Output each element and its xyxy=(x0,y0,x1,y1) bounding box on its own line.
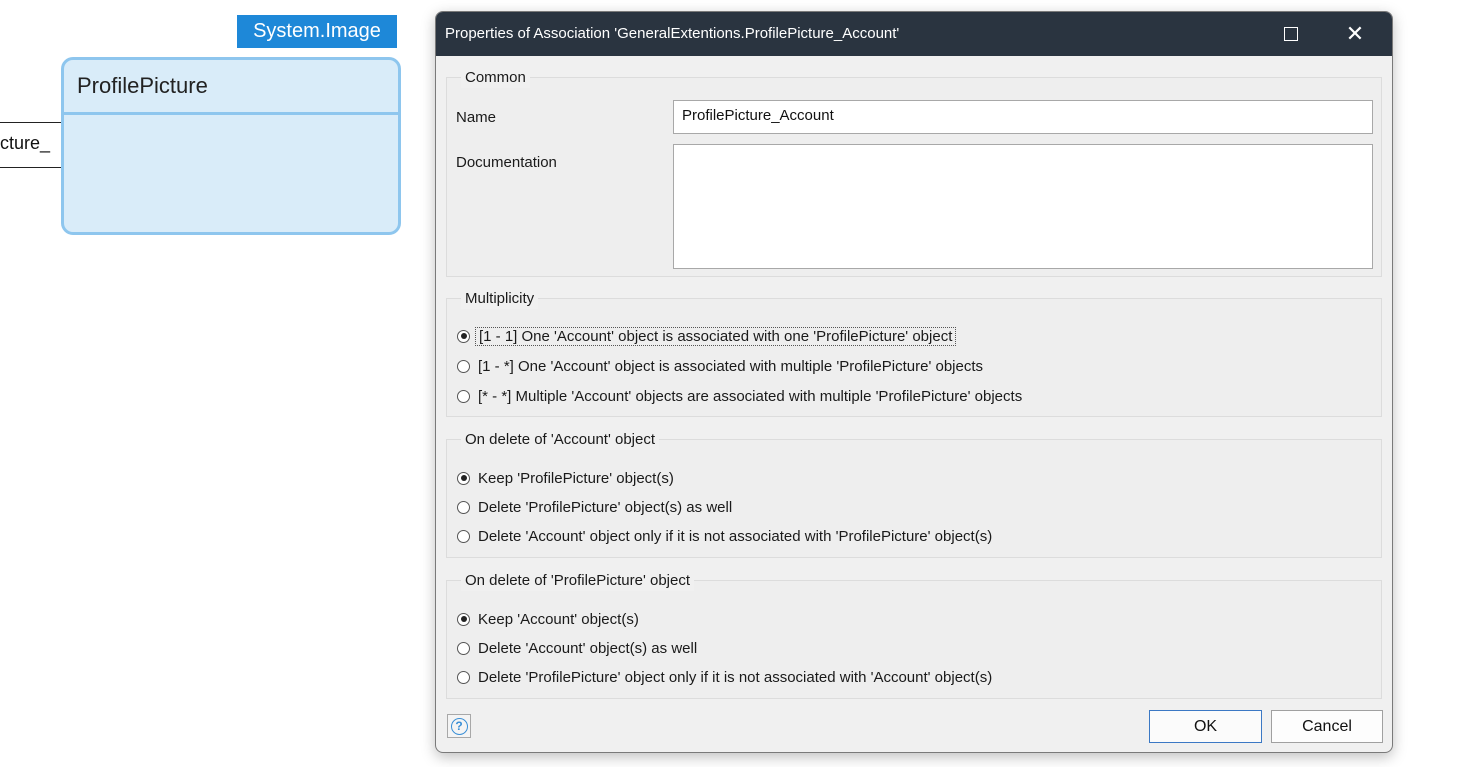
maximize-button[interactable] xyxy=(1268,12,1314,56)
ok-button[interactable]: OK xyxy=(1149,710,1262,743)
cancel-button[interactable]: Cancel xyxy=(1271,710,1383,743)
radio-button[interactable] xyxy=(457,670,470,684)
radio-label: [* - *] Multiple 'Account' objects are a… xyxy=(478,387,1023,405)
radio-label: Delete 'ProfilePicture' object only if i… xyxy=(478,668,993,686)
close-button[interactable]: ✕ xyxy=(1332,12,1378,56)
radio-button[interactable] xyxy=(457,529,470,543)
maximize-icon xyxy=(1284,27,1298,41)
delete-profilepicture-legend: On delete of 'ProfilePicture' object xyxy=(461,571,695,591)
association-label[interactable]: cture_ xyxy=(0,133,61,154)
multiplicity-option-many-many[interactable]: [* - *] Multiple 'Account' objects are a… xyxy=(457,385,1022,407)
radio-label: Keep 'Account' object(s) xyxy=(478,610,639,628)
delete-profile-option-prevent[interactable]: Delete 'ProfilePicture' object only if i… xyxy=(457,666,992,688)
delete-account-legend: On delete of 'Account' object xyxy=(461,430,660,450)
help-icon: ? xyxy=(450,717,468,735)
radio-label: [1 - 1] One 'Account' object is associat… xyxy=(475,326,957,346)
delete-profile-option-keep[interactable]: Keep 'Account' object(s) xyxy=(457,608,639,630)
radio-label: Keep 'ProfilePicture' object(s) xyxy=(478,469,674,487)
delete-account-option-prevent[interactable]: Delete 'Account' object only if it is no… xyxy=(457,525,992,547)
radio-label: Delete 'ProfilePicture' object(s) as wel… xyxy=(478,498,733,516)
multiplicity-option-1-many[interactable]: [1 - *] One 'Account' object is associat… xyxy=(457,355,983,377)
common-legend: Common xyxy=(461,68,530,88)
generalization-label[interactable]: System.Image xyxy=(237,15,397,48)
domain-model-canvas: System.Image cture_ ProfilePicture xyxy=(0,0,430,767)
multiplicity-legend: Multiplicity xyxy=(461,289,539,309)
radio-label: [1 - *] One 'Account' object is associat… xyxy=(478,357,984,375)
entity-name: ProfilePicture xyxy=(64,60,398,115)
delete-account-group: On delete of 'Account' object Keep 'Prof… xyxy=(446,430,1382,558)
name-input[interactable]: ProfilePicture_Account xyxy=(673,100,1373,134)
common-group: Common Name ProfilePicture_Account Docum… xyxy=(446,68,1382,277)
association-properties-dialog: Properties of Association 'GeneralExtent… xyxy=(435,11,1393,753)
delete-account-option-cascade[interactable]: Delete 'ProfilePicture' object(s) as wel… xyxy=(457,496,732,518)
close-icon: ✕ xyxy=(1345,21,1365,46)
radio-label: Delete 'Account' object(s) as well xyxy=(478,639,698,657)
radio-button[interactable] xyxy=(457,641,470,655)
radio-button[interactable] xyxy=(457,612,470,626)
documentation-label: Documentation xyxy=(456,154,557,171)
radio-button[interactable] xyxy=(457,329,470,343)
dialog-titlebar[interactable]: Properties of Association 'GeneralExtent… xyxy=(436,12,1392,56)
multiplicity-group: Multiplicity [1 - 1] One 'Account' objec… xyxy=(446,289,1382,417)
multiplicity-option-1-1[interactable]: [1 - 1] One 'Account' object is associat… xyxy=(457,325,957,347)
radio-button[interactable] xyxy=(457,471,470,485)
radio-button[interactable] xyxy=(457,500,470,514)
delete-profilepicture-group: On delete of 'ProfilePicture' object Kee… xyxy=(446,571,1382,699)
radio-button[interactable] xyxy=(457,359,470,373)
help-button[interactable]: ? xyxy=(447,714,471,738)
radio-button[interactable] xyxy=(457,389,470,403)
entity-profilepicture[interactable]: ProfilePicture xyxy=(61,57,401,235)
radio-label: Delete 'Account' object only if it is no… xyxy=(478,527,993,545)
delete-profile-option-cascade[interactable]: Delete 'Account' object(s) as well xyxy=(457,637,697,659)
dialog-button-bar: ? OK Cancel xyxy=(436,704,1392,752)
name-label: Name xyxy=(456,109,497,126)
delete-account-option-keep[interactable]: Keep 'ProfilePicture' object(s) xyxy=(457,467,674,489)
dialog-title: Properties of Association 'GeneralExtent… xyxy=(445,25,900,42)
documentation-textarea[interactable] xyxy=(673,144,1373,269)
